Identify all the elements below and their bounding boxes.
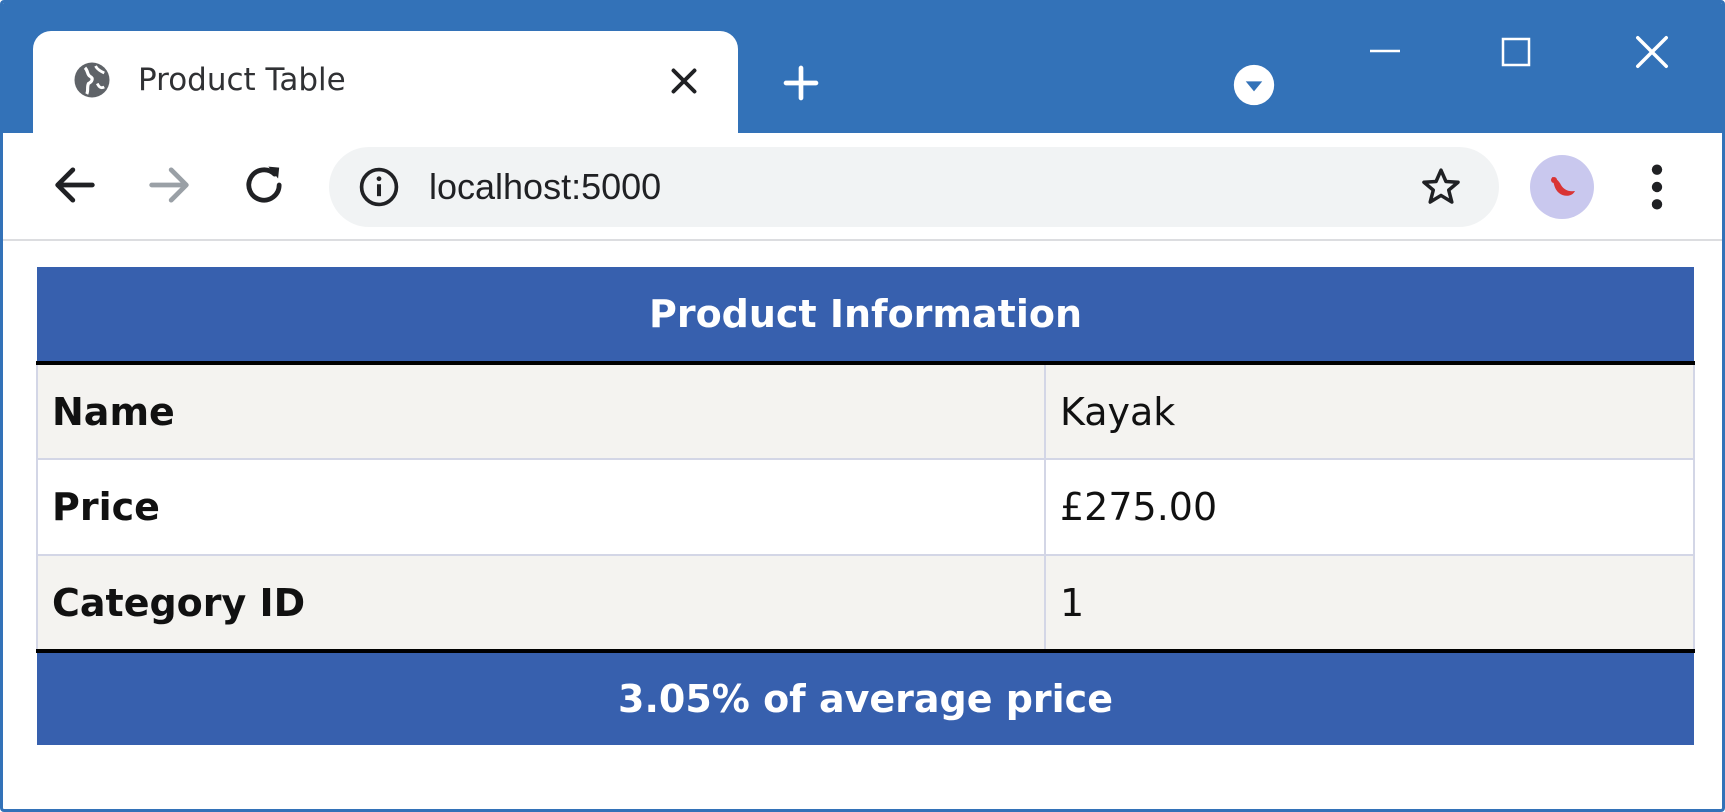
reload-icon[interactable] xyxy=(238,159,290,211)
table-row: Name Kayak xyxy=(36,362,1695,460)
browser-toolbar: localhost:5000 xyxy=(3,133,1722,241)
star-icon[interactable] xyxy=(1419,165,1463,209)
title-bar: Product Table xyxy=(3,3,1722,135)
row-value-name: Kayak xyxy=(1044,362,1695,460)
info-icon[interactable] xyxy=(357,165,401,209)
url-text: localhost:5000 xyxy=(429,166,662,207)
arrow-left-icon[interactable] xyxy=(49,159,101,211)
avatar[interactable] xyxy=(1530,155,1594,219)
table-footer: 3.05% of average price xyxy=(37,649,1694,745)
address-bar[interactable]: localhost:5000 xyxy=(329,147,1499,227)
close-icon[interactable] xyxy=(666,63,702,99)
row-label-name: Name xyxy=(36,362,1046,460)
minimize-icon[interactable] xyxy=(1368,41,1402,61)
product-table: Product Information Name Kayak Price £27… xyxy=(36,267,1695,745)
arrow-right-icon[interactable] xyxy=(143,159,195,211)
row-value-category: 1 xyxy=(1044,554,1695,652)
maximize-icon[interactable] xyxy=(1499,35,1533,69)
row-label-category: Category ID xyxy=(36,554,1046,652)
bird-icon xyxy=(1551,177,1575,196)
row-label-price: Price xyxy=(36,458,1046,556)
tab-title: Product Table xyxy=(138,62,346,98)
plus-icon[interactable] xyxy=(781,63,821,103)
browser-window: Product Table localhost:5000 Product Inf… xyxy=(0,0,1725,812)
table-row: Category ID 1 xyxy=(36,554,1695,652)
chevron-down-icon[interactable] xyxy=(1232,63,1276,107)
table-row: Price £275.00 xyxy=(36,458,1695,556)
kebab-menu-icon[interactable] xyxy=(1641,161,1673,213)
page-content: Product Information Name Kayak Price £27… xyxy=(3,243,1722,809)
window-close-icon[interactable] xyxy=(1633,33,1671,71)
globe-icon xyxy=(74,62,110,98)
row-value-price: £275.00 xyxy=(1044,458,1695,556)
table-header: Product Information xyxy=(37,267,1694,365)
active-tab[interactable]: Product Table xyxy=(33,31,738,135)
